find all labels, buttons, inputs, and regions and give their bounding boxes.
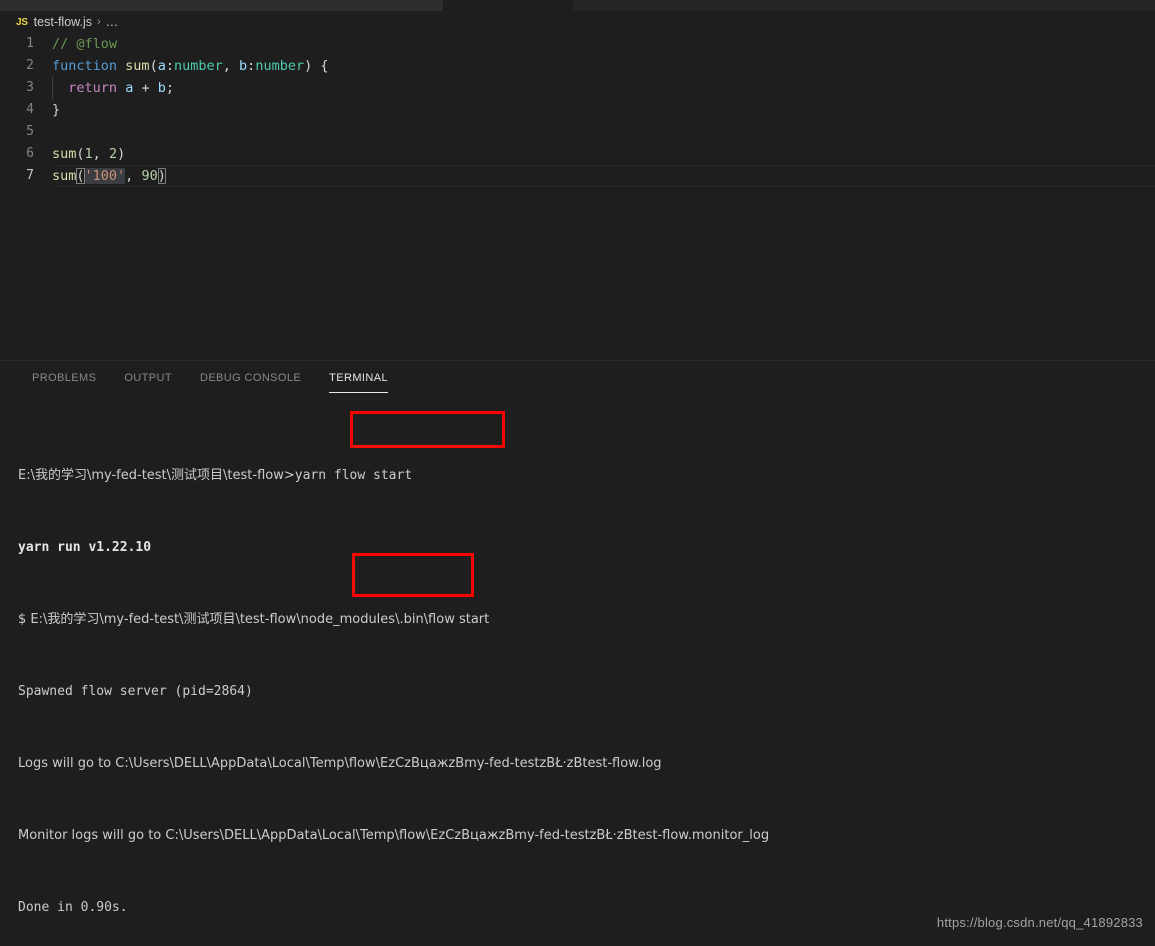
tab-output[interactable]: OUTPUT bbox=[110, 361, 186, 396]
token-call-sum: sum bbox=[52, 168, 77, 184]
code-content: function sum(a:number, b:number) { bbox=[52, 55, 328, 77]
token-number-90: 90 bbox=[141, 168, 158, 184]
watermark: https://blog.csdn.net/qq_41892833 bbox=[936, 915, 1143, 930]
token-semicolon: ; bbox=[165, 80, 174, 96]
line-number: 6 bbox=[26, 146, 34, 161]
code-line-6[interactable]: 6 sum(1, 2) bbox=[0, 143, 1155, 165]
tab-strip-segment-a bbox=[0, 0, 443, 11]
line-number: 7 bbox=[26, 168, 34, 183]
line-number: 4 bbox=[26, 102, 34, 117]
token-function-name: sum bbox=[125, 58, 150, 74]
breadcrumb: JS test-flow.js › … bbox=[0, 11, 1155, 33]
yarn-version-text: yarn run v1.22.10 bbox=[18, 540, 152, 555]
token-paren-open-matched: ( bbox=[76, 168, 85, 184]
terminal-command-1: yarn flow start bbox=[294, 468, 413, 483]
breadcrumb-file-name[interactable]: test-flow.js bbox=[34, 15, 92, 29]
line-number: 2 bbox=[26, 58, 34, 73]
line-number: 3 bbox=[26, 80, 34, 95]
tab-strip-segment-b bbox=[443, 0, 573, 11]
token-keyword-return: return bbox=[68, 80, 118, 96]
panel-tab-bar: PROBLEMS OUTPUT DEBUG CONSOLE TERMINAL bbox=[0, 361, 1155, 396]
token-expression bbox=[117, 80, 125, 96]
token-paren-close: ) bbox=[117, 146, 126, 162]
current-line-highlight bbox=[52, 165, 1155, 187]
line-number: 1 bbox=[26, 36, 34, 51]
token-ident-b: b bbox=[157, 80, 166, 96]
token-colon: : bbox=[165, 58, 174, 74]
code-content: sum(1, 2) bbox=[52, 143, 125, 165]
token-number-2: 2 bbox=[108, 146, 118, 162]
token-string-100: '100' bbox=[84, 168, 126, 184]
token-paren-open: ( bbox=[76, 146, 85, 162]
token-param-b: b bbox=[239, 58, 248, 74]
token-comment: // @flow bbox=[52, 36, 118, 52]
token-type-number: number bbox=[255, 58, 305, 74]
code-content: return a + b; bbox=[52, 77, 174, 99]
terminal-line-monitor-logs: Monitor logs will go to C:\Users\DELL\Ap… bbox=[18, 827, 1155, 845]
code-editor[interactable]: 1 // @flow 2 function sum(a:number, b:nu… bbox=[0, 33, 1155, 360]
done-text: Done in 0.90s. bbox=[18, 900, 128, 915]
token-comma: , bbox=[222, 58, 240, 74]
exec-line-text: $ E:\我的学习\my-fed-test\测试项目\test-flow\nod… bbox=[18, 612, 490, 627]
line-number: 5 bbox=[26, 124, 34, 139]
terminal-line-spawned: Spawned flow server (pid=2864) bbox=[18, 683, 1155, 701]
tab-bar-strip bbox=[0, 0, 1155, 11]
tab-terminal[interactable]: TERMINAL bbox=[315, 361, 402, 396]
tab-strip-segment-c bbox=[573, 0, 1155, 11]
terminal-output[interactable]: E:\我的学习\my-fed-test\测试项目\test-flow>yarn … bbox=[0, 395, 1155, 946]
terminal-line-prompt-1: E:\我的学习\my-fed-test\测试项目\test-flow>yarn … bbox=[18, 467, 1155, 485]
code-line-7[interactable]: 7 sum('100', 90) bbox=[0, 165, 1155, 187]
js-file-icon: JS bbox=[16, 16, 28, 28]
token-number-1: 1 bbox=[84, 146, 93, 162]
terminal-line-logs: Logs will go to C:\Users\DELL\AppData\Lo… bbox=[18, 755, 1155, 773]
token-operator: + bbox=[133, 80, 158, 96]
code-content: // @flow bbox=[52, 33, 117, 55]
vscode-window: JS test-flow.js › … 1 // @flow 2 functio… bbox=[0, 0, 1155, 946]
code-line-5[interactable]: 5 bbox=[0, 121, 1155, 143]
code-content: sum('100', 90) bbox=[52, 165, 166, 187]
token-call-sum: sum bbox=[52, 146, 77, 162]
token-param-a: a bbox=[157, 58, 166, 74]
tab-problems[interactable]: PROBLEMS bbox=[18, 361, 110, 396]
token-type-number: number bbox=[173, 58, 223, 74]
terminal-line-exec-1: $ E:\我的学习\my-fed-test\测试项目\test-flow\nod… bbox=[18, 611, 1155, 629]
monitor-logs-text: Monitor logs will go to C:\Users\DELL\Ap… bbox=[18, 828, 770, 843]
token-keyword-function: function bbox=[52, 58, 118, 74]
code-content: } bbox=[52, 102, 61, 118]
code-line-2[interactable]: 2 function sum(a:number, b:number) { bbox=[0, 55, 1155, 77]
tab-debug-console[interactable]: DEBUG CONSOLE bbox=[186, 361, 315, 396]
token-paren-close: ) { bbox=[304, 58, 329, 74]
spawned-text: Spawned flow server (pid=2864) bbox=[18, 684, 253, 699]
logs-text: Logs will go to C:\Users\DELL\AppData\Lo… bbox=[18, 756, 662, 771]
breadcrumb-overflow[interactable]: … bbox=[106, 15, 120, 29]
code-line-3[interactable]: 3 return a + b; bbox=[0, 77, 1155, 99]
token-paren-close-matched: ) bbox=[157, 168, 166, 184]
chevron-right-icon: › bbox=[97, 16, 101, 28]
terminal-prompt-path: E:\我的学习\my-fed-test\测试项目\test-flow> bbox=[18, 468, 295, 483]
token-paren-open: ( bbox=[149, 58, 158, 74]
terminal-line-yarn-version-1: yarn run v1.22.10 bbox=[18, 539, 1155, 557]
token-comma: , bbox=[92, 146, 109, 162]
token-comma: , bbox=[125, 168, 142, 184]
code-line-1[interactable]: 1 // @flow bbox=[0, 33, 1155, 55]
code-line-4[interactable]: 4 } bbox=[0, 99, 1155, 121]
